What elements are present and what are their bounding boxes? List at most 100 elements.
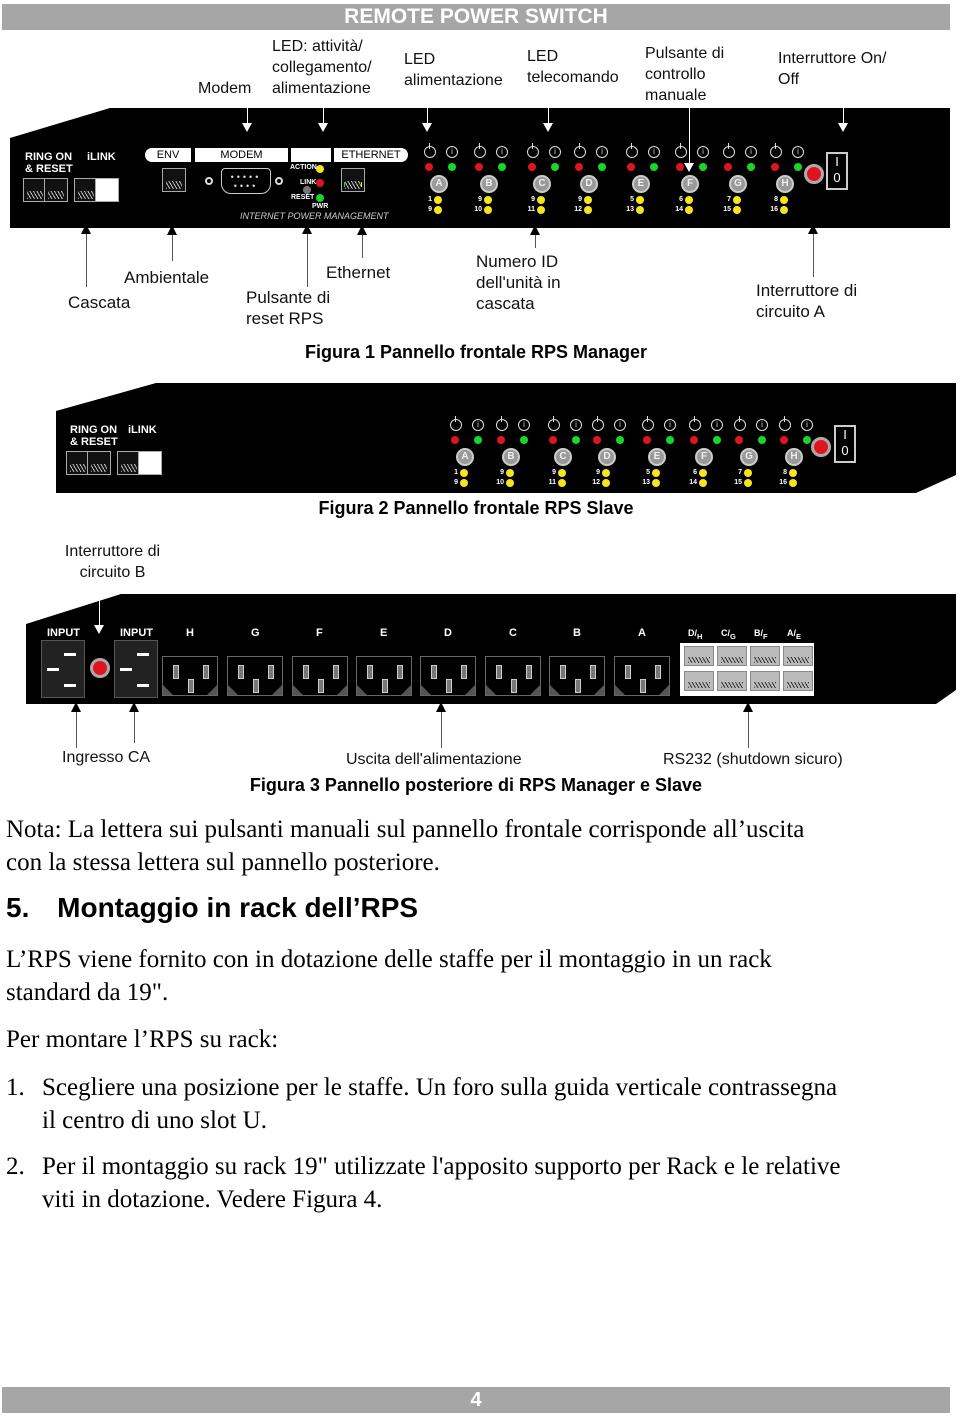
id-led <box>744 469 752 477</box>
ac-inlet-2[interactable] <box>114 640 158 698</box>
id-number: 9 <box>428 206 432 213</box>
power-led <box>724 163 732 171</box>
rs232-port-cg-2[interactable] <box>717 671 747 691</box>
slave-breaker[interactable] <box>811 437 831 457</box>
rs232-port-dh-1[interactable] <box>684 646 714 666</box>
ring-on-port-2[interactable] <box>44 178 68 202</box>
id-number: 5 <box>630 196 634 203</box>
slave-ring-on-label: RING ON & RESET <box>70 424 118 448</box>
power-outlet-g[interactable] <box>227 656 283 696</box>
slave-on-off-switch[interactable]: I 0 <box>834 425 856 463</box>
label-line: Numero ID <box>476 252 559 271</box>
power-outlet-d[interactable] <box>420 656 476 696</box>
id-number: 11 <box>548 479 556 486</box>
slave-manual-button-b[interactable]: B <box>502 448 520 466</box>
label-modem: Modem <box>198 80 252 97</box>
slave-manual-button-g[interactable]: G <box>740 448 758 466</box>
ilink-terminator <box>95 178 119 202</box>
id-led <box>537 196 545 204</box>
label-ethernet: Ethernet <box>326 263 391 282</box>
id-led <box>558 479 566 487</box>
arrow-ac-in-1 <box>71 702 81 748</box>
label-power-output: Uscita dell'alimentazione <box>346 751 522 768</box>
label-line: dell'unità in <box>476 273 561 292</box>
manager-manual-button-d[interactable]: D <box>580 175 598 193</box>
figure2-caption: Figura 2 Pannello frontale RPS Slave <box>318 498 634 518</box>
rs232-port-bf-1[interactable] <box>750 646 780 666</box>
remote-led <box>498 163 506 171</box>
manager-manual-button-e[interactable]: E <box>632 175 650 193</box>
ethernet-port[interactable] <box>341 168 365 192</box>
manager-manual-button-h[interactable]: H <box>776 175 794 193</box>
id-led <box>652 469 660 477</box>
outlet-pin <box>318 679 324 693</box>
slave-manual-button-c[interactable]: C <box>554 448 572 466</box>
port-sub-letter: H <box>697 631 703 641</box>
rs232-port-bf-2[interactable] <box>750 671 780 691</box>
rs232-port-label: C/G <box>721 628 736 641</box>
rs232-port-cg-1[interactable] <box>717 646 747 666</box>
text-line: con la stessa lettera sul pannello poste… <box>6 849 440 876</box>
remote-icon: i <box>496 146 508 158</box>
label-manual-button: Pulsante di controllo manuale <box>645 43 724 106</box>
rs232-port-ae-1[interactable] <box>783 646 813 666</box>
power-icon <box>734 416 746 431</box>
remote-led <box>713 436 721 444</box>
slave-manual-button-h[interactable]: H <box>785 448 803 466</box>
power-outlet-a[interactable] <box>614 656 670 696</box>
power-icon <box>574 143 586 158</box>
manager-manual-button-b[interactable]: B <box>480 175 498 193</box>
manager-manual-button-f[interactable]: F <box>681 175 699 193</box>
slave-manual-button-d[interactable]: D <box>598 448 616 466</box>
manager-manual-button-g[interactable]: G <box>729 175 747 193</box>
outlet-pin <box>333 665 339 679</box>
slave-manual-button-a[interactable]: A <box>456 448 474 466</box>
slave-ring-on-port-2[interactable] <box>87 451 111 475</box>
power-outlet-b[interactable] <box>549 656 605 696</box>
blank-header <box>291 148 331 162</box>
manager-manual-button-c[interactable]: C <box>533 175 551 193</box>
switch-off-glyph: 0 <box>841 443 849 458</box>
breaker-a[interactable] <box>804 164 824 184</box>
outlet-label: E <box>380 627 388 639</box>
ac-inlet-1[interactable] <box>41 640 85 698</box>
power-outlet-h[interactable] <box>162 656 218 696</box>
id-led <box>685 196 693 204</box>
rs232-port-ae-2[interactable] <box>783 671 813 691</box>
label-line: LED: attività/ <box>272 38 363 55</box>
power-outlet-f[interactable] <box>292 656 348 696</box>
port-sub-letter: F <box>763 631 768 641</box>
link-label: LINK <box>300 179 317 186</box>
figure3-caption: Figura 3 Pannello posteriore di RPS Mana… <box>249 775 703 795</box>
env-port[interactable] <box>162 168 186 192</box>
text-line: L’RPS viene fornito con in dotazione del… <box>6 946 772 973</box>
port-sub-letter: G <box>730 631 736 641</box>
power-icon <box>689 416 701 431</box>
power-led <box>780 436 788 444</box>
on-off-switch[interactable]: I 0 <box>826 152 848 190</box>
id-led <box>780 196 788 204</box>
figure1-caption: Figura 1 Pannello frontale RPS Manager <box>304 342 648 362</box>
reset-button[interactable] <box>303 186 311 194</box>
remote-icon: i <box>801 419 813 431</box>
modem-serial-port[interactable]: ••••• •••• <box>221 168 271 194</box>
serial-pins: ••••• •••• <box>230 172 262 191</box>
power-icon <box>770 143 782 158</box>
switch-on-glyph: I <box>835 154 839 169</box>
outlet-pin <box>367 665 373 679</box>
remote-icon: i <box>664 419 676 431</box>
power-outlet-c[interactable] <box>485 656 541 696</box>
power-outlet-e[interactable] <box>356 656 412 696</box>
slave-manual-button-f[interactable]: F <box>695 448 713 466</box>
id-number: 5 <box>646 469 650 476</box>
label-line: Interruttore On/ <box>778 50 887 67</box>
label-line: alimentazione <box>272 80 371 97</box>
arrow-cascata <box>81 224 91 287</box>
power-led <box>425 163 433 171</box>
rs232-port-dh-2[interactable] <box>684 671 714 691</box>
breaker-b[interactable] <box>90 658 110 678</box>
id-led <box>789 479 797 487</box>
manager-manual-button-a[interactable]: A <box>430 175 448 193</box>
slave-manual-button-e[interactable]: E <box>648 448 666 466</box>
note-paragraph: Nota: La lettera sui pulsanti manuali su… <box>6 813 804 879</box>
